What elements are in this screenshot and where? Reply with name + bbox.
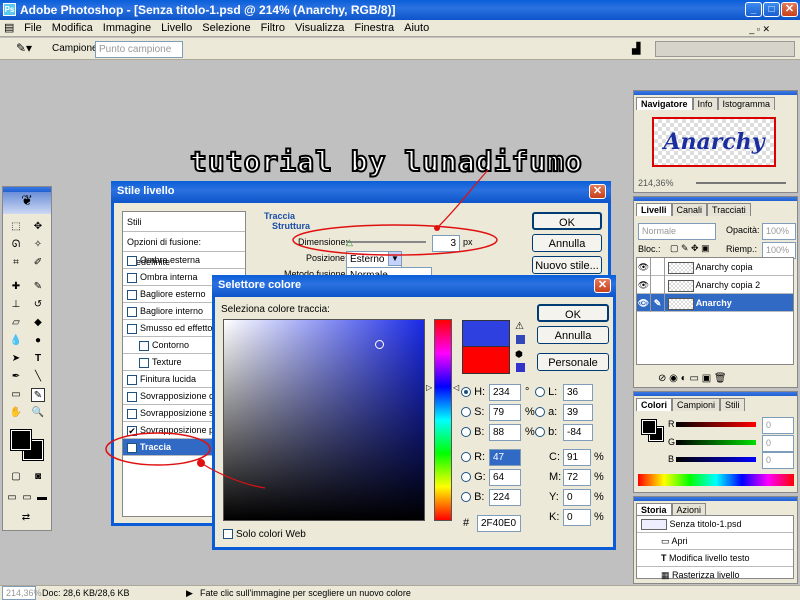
annotation-arrow-line <box>436 169 489 229</box>
stroke-annotation-ellipse <box>105 432 211 466</box>
colors-fg-swatch[interactable] <box>641 419 657 435</box>
foreground-color-swatch[interactable] <box>10 429 32 451</box>
stroke-annotation-dot <box>197 459 205 467</box>
annotation-layer <box>105 169 498 489</box>
stroke-annotation-line <box>200 462 266 489</box>
annotation-dot <box>434 225 440 231</box>
size-annotation-ellipse <box>292 224 498 256</box>
